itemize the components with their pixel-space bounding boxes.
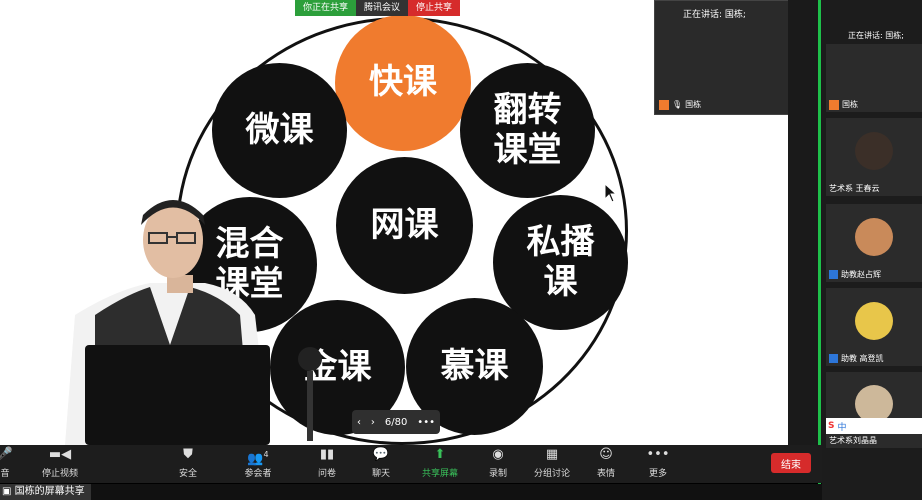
chat-icon: 💬 xyxy=(372,447,390,462)
more-icon: ••• xyxy=(646,447,670,462)
toolbar-more-button[interactable]: ••• 更多 xyxy=(628,447,688,479)
participant-label: 艺术系 王春云 xyxy=(829,184,880,193)
survey-icon: ▮▮ xyxy=(319,447,335,462)
stop-share-button[interactable]: 停止共享 xyxy=(408,0,461,16)
breakout-icon: ▦ xyxy=(545,447,559,462)
shield-icon: ⛊ xyxy=(183,447,193,462)
participant-label: 艺术系刘晶晶 xyxy=(829,436,877,445)
share-highlight-border xyxy=(818,0,821,500)
mic-icon: 🎙 xyxy=(672,100,683,109)
toolbar-participants-button[interactable]: 👥4 参会者 xyxy=(228,447,288,479)
participant-pane[interactable]: 艺术系刘晶晶 xyxy=(826,372,922,448)
bubble-fanzhuan: 翻转 课堂 xyxy=(460,63,595,198)
mouse-cursor-icon xyxy=(604,183,618,203)
host-badge-icon xyxy=(829,99,839,110)
avatar xyxy=(855,217,893,256)
avatar xyxy=(855,301,893,340)
toolbar-breakout-button[interactable]: ▦ 分组讨论 xyxy=(522,447,582,479)
screen-share-icon: ▣ xyxy=(2,486,12,497)
record-icon: ◉ xyxy=(492,447,504,462)
participant-label: 助教赵占辉 xyxy=(829,269,881,280)
meeting-title[interactable]: 腾讯会议 xyxy=(356,0,409,16)
slide-more-button[interactable]: ••• xyxy=(417,417,435,428)
sharing-status-bar: 你正在共享 腾讯会议 停止共享 xyxy=(295,0,461,16)
participant-pane[interactable]: 艺术系 王春云 xyxy=(826,118,922,196)
ime-mode[interactable]: 中 xyxy=(837,420,846,433)
sharing-indicator: 你正在共享 xyxy=(295,0,357,16)
toolbar-emoji-button[interactable]: ☺ 表情 xyxy=(576,447,636,479)
ime-logo-icon: S xyxy=(828,421,835,431)
participant-label: 国栋 xyxy=(829,99,858,110)
bubble-wangke: 网课 xyxy=(336,157,473,294)
emoji-icon: ☺ xyxy=(599,447,613,462)
toolbar-survey-button[interactable]: ▮▮ 问卷 xyxy=(297,447,357,479)
member-badge-icon xyxy=(829,354,838,363)
bubble-weike: 微课 xyxy=(212,63,347,198)
member-badge-icon xyxy=(829,270,838,279)
toolbar-record-button[interactable]: ◉ 录制 xyxy=(468,447,528,479)
toolbar-share-screen-button[interactable]: ⬆ 共享屏幕 xyxy=(410,447,470,479)
share-screen-icon: ⬆ xyxy=(434,447,446,462)
slide-navigator: ‹ › 6/80 ••• xyxy=(352,410,440,434)
screen-share-label: ▣ 国栋的屏幕共享 xyxy=(0,484,91,500)
toolbar-stop-video-button[interactable]: ▬◀ 停止视频 xyxy=(30,447,90,479)
toolbar-chat-button[interactable]: 💬 聊天 xyxy=(351,447,411,479)
end-meeting-button[interactable]: 结束 xyxy=(771,453,811,473)
participant-pane[interactable]: 国栋 xyxy=(826,44,922,112)
speaker-tile-name: 🎙 国栋 xyxy=(659,99,701,110)
share-border-area xyxy=(788,0,822,445)
ime-toolbar[interactable]: S 中 xyxy=(826,418,922,434)
host-badge-icon xyxy=(659,99,669,110)
sidebar-speaking: 正在讲话: 国栋; xyxy=(848,31,904,40)
avatar xyxy=(855,131,893,170)
participant-pane[interactable]: 助教 高登凯 xyxy=(826,288,922,366)
bubble-kuaike: 快课 xyxy=(335,15,471,151)
laptop xyxy=(85,345,270,445)
microphone-stand xyxy=(298,347,322,441)
participant-label: 助教 高登凯 xyxy=(829,353,884,364)
toolbar-security-button[interactable]: ⛊ 安全 xyxy=(158,447,218,479)
video-icon: ▬◀ xyxy=(48,447,72,462)
prev-slide-button[interactable]: ‹ xyxy=(357,417,361,428)
next-slide-button[interactable]: › xyxy=(371,417,375,428)
meeting-window: 快课 微课 翻转 课堂 网课 混合 课堂 私播课 金课 慕课 ‹ › 6/80 … xyxy=(0,0,922,500)
participants-icon: 👥4 xyxy=(247,450,269,467)
slide-page-counter: 6/80 xyxy=(384,416,408,428)
status-bar xyxy=(0,484,822,500)
participant-pane[interactable]: 助教赵占辉 xyxy=(826,204,922,282)
